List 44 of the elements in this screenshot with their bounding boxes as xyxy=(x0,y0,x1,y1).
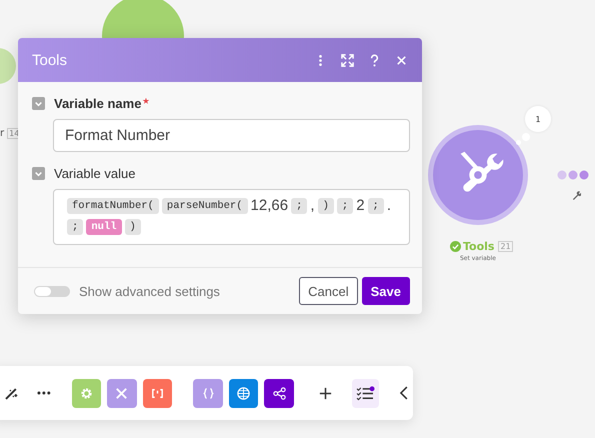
field-label: Variable value xyxy=(54,166,136,181)
share-icon xyxy=(272,386,287,400)
formula-field[interactable]: formatNumber( parseNumber( 12,66 ; , ) ; 2 ; . ; null ) xyxy=(53,189,410,245)
close-icon[interactable] xyxy=(395,54,408,66)
braces-icon xyxy=(200,386,216,400)
check-icon xyxy=(450,241,461,252)
wrench-icon[interactable] xyxy=(572,191,581,200)
operations-count-bubble: 1 xyxy=(525,106,551,132)
formula-text: 2 xyxy=(356,197,365,214)
separator-pill[interactable]: ; xyxy=(67,219,84,235)
help-icon[interactable] xyxy=(368,54,381,66)
formula-text: 12,66 xyxy=(250,197,288,214)
function-pill[interactable]: parseNumber( xyxy=(162,198,248,214)
connector-dots-icon[interactable] xyxy=(557,170,589,180)
cancel-button[interactable]: Cancel xyxy=(299,277,358,305)
separator-pill[interactable]: ) xyxy=(318,198,334,214)
expand-icon[interactable] xyxy=(341,54,354,66)
collapse-toggle[interactable] xyxy=(32,167,45,180)
tools-icon xyxy=(114,386,130,400)
gear-icon xyxy=(78,386,94,400)
globe-icon xyxy=(236,386,252,400)
module-name: Tools xyxy=(463,240,494,253)
toggle-label: Show advanced settings xyxy=(79,284,220,298)
dialog-title: Tools xyxy=(32,52,68,68)
module-button[interactable] xyxy=(228,378,258,408)
required-asterisk-icon xyxy=(142,98,150,104)
field-label: Variable name xyxy=(54,96,142,111)
checklist-button[interactable] xyxy=(352,378,380,408)
bubble-tail-icon xyxy=(516,133,530,145)
collapse-toggle[interactable] xyxy=(32,97,45,110)
text-field[interactable]: Format Number xyxy=(53,119,410,152)
formula-text: , xyxy=(310,197,315,214)
function-pill[interactable]: formatNumber( xyxy=(67,198,159,214)
module-label: r xyxy=(0,128,4,139)
separator-pill[interactable]: ; xyxy=(291,198,308,214)
separator-pill[interactable]: ; xyxy=(368,198,384,214)
formula-text: . xyxy=(386,197,392,214)
separator-pill[interactable]: ) xyxy=(124,219,141,235)
separator-pill[interactable]: ; xyxy=(336,198,354,214)
save-button[interactable]: Save xyxy=(362,277,410,305)
module-id-badge: 21 xyxy=(498,241,513,252)
module-button[interactable] xyxy=(264,378,294,408)
checklist-icon xyxy=(356,386,375,400)
toggle-switch[interactable] xyxy=(34,286,70,296)
